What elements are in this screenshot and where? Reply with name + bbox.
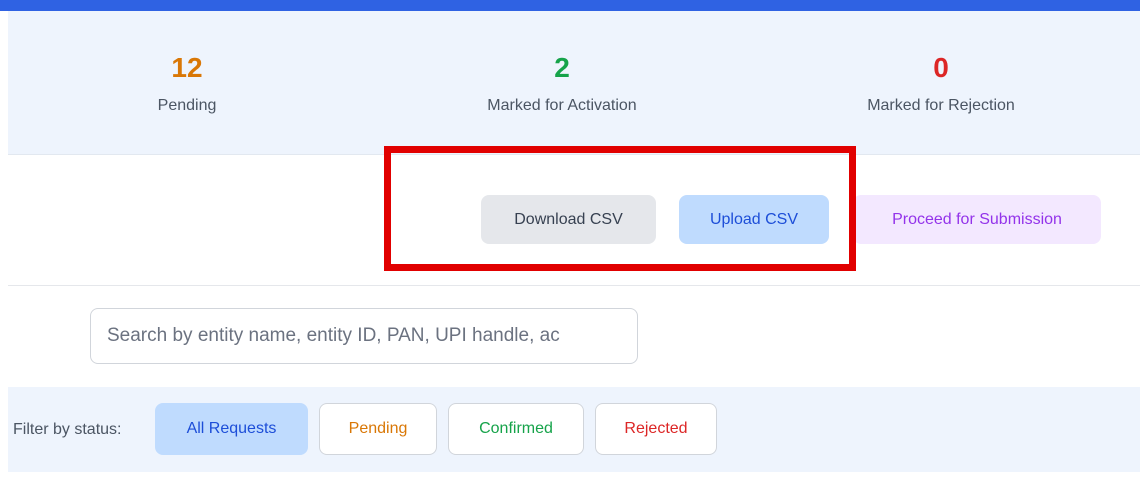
- proceed-submission-button[interactable]: Proceed for Submission: [853, 195, 1101, 244]
- status-summary: 12 Pending 2 Marked for Activation 0 Mar…: [8, 11, 1140, 155]
- upload-csv-button[interactable]: Upload CSV: [679, 195, 829, 244]
- search-section: [8, 287, 1140, 386]
- rejection-label: Marked for Rejection: [867, 97, 1015, 114]
- filter-label: Filter by status:: [13, 421, 122, 438]
- download-csv-button[interactable]: Download CSV: [481, 195, 656, 244]
- rejection-count: 0: [933, 52, 949, 83]
- pending-count: 12: [171, 52, 203, 83]
- activation-count: 2: [554, 52, 570, 83]
- status-filter-bar: Filter by status: All Requests Pending C…: [8, 387, 1140, 472]
- filter-pending[interactable]: Pending: [319, 403, 437, 455]
- pending-label: Pending: [157, 97, 217, 114]
- activation-label: Marked for Activation: [487, 97, 637, 114]
- filter-all-requests[interactable]: All Requests: [155, 403, 308, 455]
- filter-rejected[interactable]: Rejected: [595, 403, 717, 455]
- top-accent-bar: [0, 0, 1140, 11]
- filter-confirmed[interactable]: Confirmed: [448, 403, 584, 455]
- search-input[interactable]: [90, 308, 638, 364]
- action-bar: Download CSV Upload CSV Proceed for Subm…: [8, 156, 1140, 286]
